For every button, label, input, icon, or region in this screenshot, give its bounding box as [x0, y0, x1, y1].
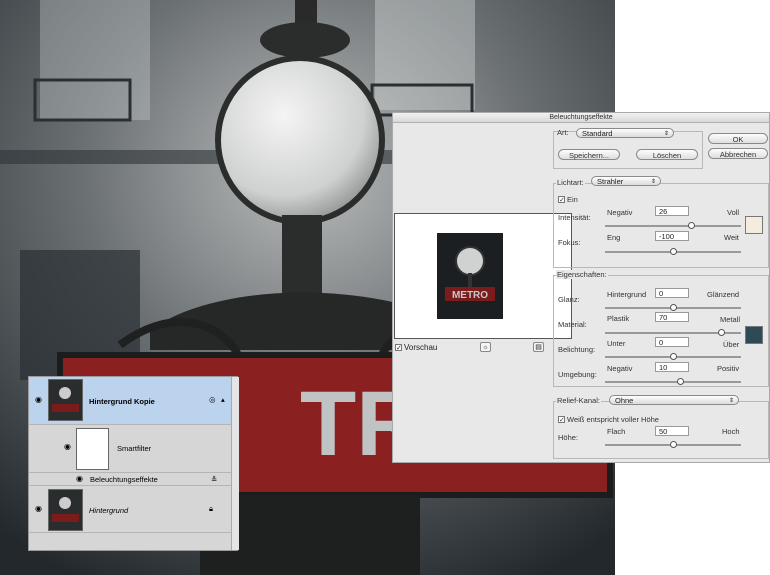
layers-scrollbar[interactable]: [231, 377, 239, 550]
hoehe-input[interactable]: 50: [655, 426, 689, 436]
art-select[interactable]: Standard ⇕: [576, 128, 674, 138]
intensity-slider-knob[interactable]: [688, 222, 695, 229]
art-label: Art:: [557, 128, 569, 137]
focus-label: Fokus:: [558, 238, 581, 247]
eigenschaften-label: Eigenschaften:: [556, 270, 608, 279]
layer-thumbnail: [48, 379, 83, 421]
intensity-input[interactable]: 26: [655, 206, 689, 216]
relief-label: Relief-Kanal:: [556, 396, 601, 405]
umgebung-min-label: Negativ: [607, 364, 633, 373]
hoehe-min-label: Flach: [607, 427, 626, 436]
eye-icon[interactable]: ◉: [64, 442, 71, 451]
smart-object-icon: ◎: [209, 395, 216, 404]
eye-icon[interactable]: ◉: [35, 504, 42, 513]
ein-checkbox[interactable]: ✓: [558, 196, 565, 204]
glanz-slider[interactable]: [605, 304, 741, 311]
hoehe-slider[interactable]: [605, 441, 741, 448]
glanz-min-label: Hintergrund: [607, 290, 647, 299]
eye-icon[interactable]: ◉: [76, 474, 83, 483]
layer-name: Hintergrund: [89, 506, 129, 515]
delete-button[interactable]: Löschen: [636, 149, 698, 160]
hoehe-max-label: Hoch: [722, 427, 740, 436]
light-color-swatch[interactable]: [745, 216, 763, 234]
focus-input[interactable]: -100: [655, 231, 689, 241]
weiss-checkbox[interactable]: ✓: [558, 416, 565, 424]
glanz-max-label: Glänzend: [707, 290, 740, 299]
relief-select[interactable]: Ohne ⇕: [609, 395, 739, 405]
umgebung-input[interactable]: 10: [655, 362, 689, 372]
focus-min-label: Eng: [607, 233, 621, 242]
material-slider-knob[interactable]: [718, 329, 725, 336]
intensity-max-label: Voll: [727, 208, 740, 217]
preview-area[interactable]: METRO: [394, 213, 572, 339]
ein-label: Ein: [567, 195, 578, 204]
eye-icon[interactable]: ◉: [35, 395, 42, 404]
layer-thumbnail: [48, 489, 83, 531]
layers-panel: ◉ Hintergrund Kopie ◎ ▴ ◉ Smartfilter ◉ …: [28, 376, 239, 551]
focus-max-label: Weit: [724, 233, 739, 242]
ein-toggle[interactable]: ✓ Ein: [558, 195, 578, 204]
layer-row-beleuchtungseffekte[interactable]: ◉ Beleuchtungseffekte ≚: [29, 473, 231, 486]
preview-toggle[interactable]: ✓ Vorschau: [395, 343, 437, 352]
weiss-toggle[interactable]: ✓ Weiß entspricht voller Höhe: [558, 415, 659, 424]
glanz-label: Glanz:: [558, 295, 580, 304]
belichtung-slider-knob[interactable]: [670, 353, 677, 360]
relief-value: Ohne: [615, 396, 634, 405]
glanz-input[interactable]: 0: [655, 288, 689, 298]
belichtung-input[interactable]: 0: [655, 337, 689, 347]
layer-row-hintergrund-kopie[interactable]: ◉ Hintergrund Kopie ◎ ▴: [29, 377, 231, 425]
lighting-effects-dialog: Beleuchtungseffekte METRO ✓ Vorschau ☼ ▤…: [392, 112, 770, 463]
chevron-updown-icon: ⇕: [728, 398, 734, 404]
preview-label: Vorschau: [404, 343, 438, 352]
intensity-slider[interactable]: [605, 222, 741, 229]
intensity-min-label: Negativ: [607, 208, 633, 217]
layer-name: Hintergrund Kopie: [89, 397, 155, 406]
glanz-slider-knob[interactable]: [670, 304, 677, 311]
hoehe-slider-knob[interactable]: [670, 441, 677, 448]
lichtart-value: Strahler: [597, 177, 624, 186]
caret-up-icon[interactable]: ▴: [221, 395, 225, 404]
layer-name: Smartfilter: [117, 444, 152, 453]
layer-row-smartfilter[interactable]: ◉ Smartfilter: [29, 425, 231, 473]
umgebung-slider[interactable]: [605, 378, 741, 385]
layer-name: Beleuchtungseffekte: [90, 475, 158, 484]
dialog-title: Beleuchtungseffekte: [393, 113, 769, 123]
cancel-button[interactable]: Abbrechen: [708, 148, 768, 159]
layer-row-hintergrund[interactable]: ◉ Hintergrund 🔒︎: [29, 487, 231, 533]
intensity-label: Intensität:: [558, 213, 591, 222]
focus-slider[interactable]: [605, 248, 741, 255]
belichtung-max-label: Über: [723, 340, 740, 349]
lock-icon: 🔒︎: [209, 504, 213, 513]
trash-icon[interactable]: ▤: [533, 342, 544, 352]
umgebung-max-label: Positiv: [717, 364, 740, 373]
chevron-updown-icon: ⇕: [663, 131, 669, 137]
weiss-label: Weiß entspricht voller Höhe: [567, 415, 659, 424]
material-min-label: Plastik: [607, 314, 630, 323]
material-input[interactable]: 70: [655, 312, 689, 322]
preview-image: METRO: [437, 233, 503, 319]
save-button[interactable]: Speichern...: [558, 149, 620, 160]
ok-button[interactable]: OK: [708, 133, 768, 144]
art-value: Standard: [582, 129, 613, 138]
lichtart-select[interactable]: Strahler ⇕: [591, 176, 661, 186]
belichtung-slider[interactable]: [605, 353, 741, 360]
umgebung-slider-knob[interactable]: [677, 378, 684, 385]
chevron-updown-icon: ⇕: [650, 179, 656, 185]
belichtung-label: Belichtung:: [558, 345, 596, 354]
umgebung-label: Umgebung:: [558, 370, 597, 379]
material-slider[interactable]: [605, 329, 741, 336]
preview-sign-text: METRO: [452, 290, 488, 301]
material-label: Material:: [558, 320, 587, 329]
filter-options-icon[interactable]: ≚: [211, 475, 217, 484]
preview-checkbox[interactable]: ✓: [395, 344, 402, 352]
lichtart-label: Lichtart:: [556, 178, 585, 187]
lightbulb-icon[interactable]: ☼: [480, 342, 491, 352]
focus-slider-knob[interactable]: [670, 248, 677, 255]
filter-mask-thumbnail: [76, 428, 109, 470]
material-max-label: Metall: [720, 315, 741, 324]
belichtung-min-label: Unter: [607, 339, 626, 348]
hoehe-label: Höhe:: [558, 433, 579, 442]
material-color-swatch[interactable]: [745, 326, 763, 344]
